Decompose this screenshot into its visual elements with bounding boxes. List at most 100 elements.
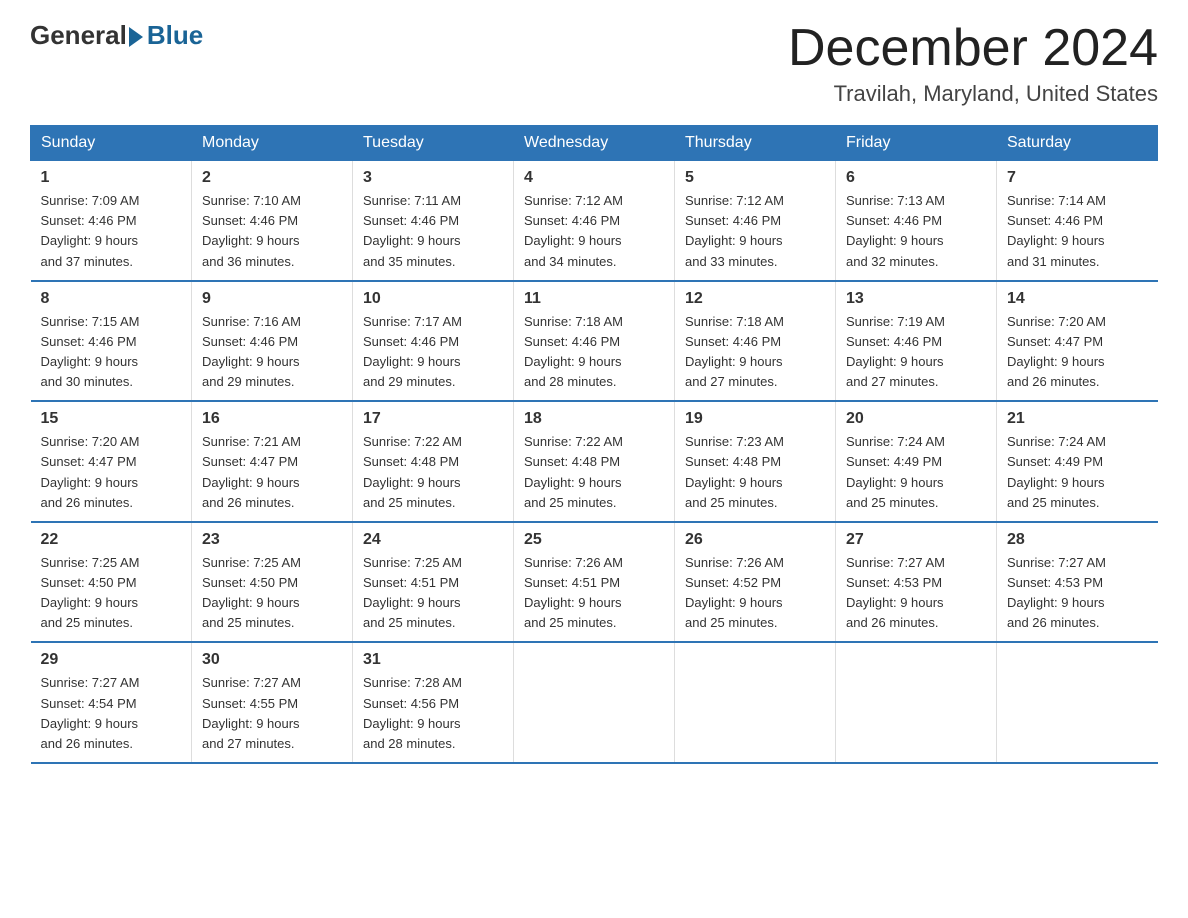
day-number: 1 — [41, 169, 182, 187]
day-info: Sunrise: 7:25 AM Sunset: 4:50 PM Dayligh… — [202, 553, 342, 634]
day-info: Sunrise: 7:14 AM Sunset: 4:46 PM Dayligh… — [1007, 191, 1148, 272]
calendar-cell: 8 Sunrise: 7:15 AM Sunset: 4:46 PM Dayli… — [31, 281, 192, 402]
day-info: Sunrise: 7:12 AM Sunset: 4:46 PM Dayligh… — [524, 191, 664, 272]
calendar-cell — [836, 642, 997, 763]
day-number: 16 — [202, 410, 342, 428]
week-row-2: 8 Sunrise: 7:15 AM Sunset: 4:46 PM Dayli… — [31, 281, 1158, 402]
location-title: Travilah, Maryland, United States — [788, 81, 1158, 107]
header-saturday: Saturday — [997, 126, 1158, 161]
header-wednesday: Wednesday — [514, 126, 675, 161]
day-number: 3 — [363, 169, 503, 187]
day-info: Sunrise: 7:25 AM Sunset: 4:50 PM Dayligh… — [41, 553, 182, 634]
day-info: Sunrise: 7:21 AM Sunset: 4:47 PM Dayligh… — [202, 432, 342, 513]
header-tuesday: Tuesday — [353, 126, 514, 161]
day-number: 17 — [363, 410, 503, 428]
day-number: 27 — [846, 531, 986, 549]
calendar-cell: 24 Sunrise: 7:25 AM Sunset: 4:51 PM Dayl… — [353, 522, 514, 643]
week-row-3: 15 Sunrise: 7:20 AM Sunset: 4:47 PM Dayl… — [31, 401, 1158, 522]
day-number: 11 — [524, 290, 664, 308]
day-number: 20 — [846, 410, 986, 428]
day-number: 15 — [41, 410, 182, 428]
calendar-cell: 6 Sunrise: 7:13 AM Sunset: 4:46 PM Dayli… — [836, 161, 997, 281]
logo: General Blue — [30, 20, 203, 51]
day-number: 19 — [685, 410, 825, 428]
calendar-cell: 28 Sunrise: 7:27 AM Sunset: 4:53 PM Dayl… — [997, 522, 1158, 643]
day-info: Sunrise: 7:27 AM Sunset: 4:53 PM Dayligh… — [846, 553, 986, 634]
day-info: Sunrise: 7:19 AM Sunset: 4:46 PM Dayligh… — [846, 312, 986, 393]
calendar-cell: 14 Sunrise: 7:20 AM Sunset: 4:47 PM Dayl… — [997, 281, 1158, 402]
day-number: 12 — [685, 290, 825, 308]
day-info: Sunrise: 7:16 AM Sunset: 4:46 PM Dayligh… — [202, 312, 342, 393]
day-info: Sunrise: 7:26 AM Sunset: 4:52 PM Dayligh… — [685, 553, 825, 634]
calendar-cell: 30 Sunrise: 7:27 AM Sunset: 4:55 PM Dayl… — [192, 642, 353, 763]
day-number: 30 — [202, 651, 342, 669]
calendar-cell: 29 Sunrise: 7:27 AM Sunset: 4:54 PM Dayl… — [31, 642, 192, 763]
header-sunday: Sunday — [31, 126, 192, 161]
calendar-cell: 11 Sunrise: 7:18 AM Sunset: 4:46 PM Dayl… — [514, 281, 675, 402]
day-number: 2 — [202, 169, 342, 187]
calendar-cell: 10 Sunrise: 7:17 AM Sunset: 4:46 PM Dayl… — [353, 281, 514, 402]
logo-arrow-icon — [129, 27, 143, 47]
day-info: Sunrise: 7:17 AM Sunset: 4:46 PM Dayligh… — [363, 312, 503, 393]
day-info: Sunrise: 7:25 AM Sunset: 4:51 PM Dayligh… — [363, 553, 503, 634]
calendar-cell: 17 Sunrise: 7:22 AM Sunset: 4:48 PM Dayl… — [353, 401, 514, 522]
day-number: 9 — [202, 290, 342, 308]
day-info: Sunrise: 7:10 AM Sunset: 4:46 PM Dayligh… — [202, 191, 342, 272]
day-number: 28 — [1007, 531, 1148, 549]
day-info: Sunrise: 7:11 AM Sunset: 4:46 PM Dayligh… — [363, 191, 503, 272]
calendar-cell: 27 Sunrise: 7:27 AM Sunset: 4:53 PM Dayl… — [836, 522, 997, 643]
title-section: December 2024 Travilah, Maryland, United… — [788, 20, 1158, 107]
day-info: Sunrise: 7:13 AM Sunset: 4:46 PM Dayligh… — [846, 191, 986, 272]
day-info: Sunrise: 7:27 AM Sunset: 4:54 PM Dayligh… — [41, 673, 182, 754]
calendar-table: Sunday Monday Tuesday Wednesday Thursday… — [30, 125, 1158, 764]
calendar-cell: 22 Sunrise: 7:25 AM Sunset: 4:50 PM Dayl… — [31, 522, 192, 643]
day-number: 23 — [202, 531, 342, 549]
logo-general-text: General — [30, 20, 127, 51]
day-number: 13 — [846, 290, 986, 308]
header-thursday: Thursday — [675, 126, 836, 161]
day-info: Sunrise: 7:24 AM Sunset: 4:49 PM Dayligh… — [1007, 432, 1148, 513]
day-info: Sunrise: 7:22 AM Sunset: 4:48 PM Dayligh… — [524, 432, 664, 513]
day-number: 31 — [363, 651, 503, 669]
week-row-4: 22 Sunrise: 7:25 AM Sunset: 4:50 PM Dayl… — [31, 522, 1158, 643]
day-info: Sunrise: 7:12 AM Sunset: 4:46 PM Dayligh… — [685, 191, 825, 272]
calendar-cell: 2 Sunrise: 7:10 AM Sunset: 4:46 PM Dayli… — [192, 161, 353, 281]
calendar-cell: 26 Sunrise: 7:26 AM Sunset: 4:52 PM Dayl… — [675, 522, 836, 643]
day-number: 21 — [1007, 410, 1148, 428]
day-number: 5 — [685, 169, 825, 187]
calendar-cell: 5 Sunrise: 7:12 AM Sunset: 4:46 PM Dayli… — [675, 161, 836, 281]
calendar-cell: 21 Sunrise: 7:24 AM Sunset: 4:49 PM Dayl… — [997, 401, 1158, 522]
calendar-cell — [675, 642, 836, 763]
calendar-cell: 15 Sunrise: 7:20 AM Sunset: 4:47 PM Dayl… — [31, 401, 192, 522]
day-info: Sunrise: 7:09 AM Sunset: 4:46 PM Dayligh… — [41, 191, 182, 272]
day-info: Sunrise: 7:18 AM Sunset: 4:46 PM Dayligh… — [685, 312, 825, 393]
page-header: General Blue December 2024 Travilah, Mar… — [30, 20, 1158, 107]
day-info: Sunrise: 7:28 AM Sunset: 4:56 PM Dayligh… — [363, 673, 503, 754]
day-info: Sunrise: 7:22 AM Sunset: 4:48 PM Dayligh… — [363, 432, 503, 513]
day-info: Sunrise: 7:24 AM Sunset: 4:49 PM Dayligh… — [846, 432, 986, 513]
calendar-header-row: Sunday Monday Tuesday Wednesday Thursday… — [31, 126, 1158, 161]
day-number: 24 — [363, 531, 503, 549]
calendar-cell: 1 Sunrise: 7:09 AM Sunset: 4:46 PM Dayli… — [31, 161, 192, 281]
day-number: 10 — [363, 290, 503, 308]
calendar-cell: 16 Sunrise: 7:21 AM Sunset: 4:47 PM Dayl… — [192, 401, 353, 522]
calendar-cell: 12 Sunrise: 7:18 AM Sunset: 4:46 PM Dayl… — [675, 281, 836, 402]
header-friday: Friday — [836, 126, 997, 161]
day-info: Sunrise: 7:15 AM Sunset: 4:46 PM Dayligh… — [41, 312, 182, 393]
day-info: Sunrise: 7:26 AM Sunset: 4:51 PM Dayligh… — [524, 553, 664, 634]
calendar-cell: 31 Sunrise: 7:28 AM Sunset: 4:56 PM Dayl… — [353, 642, 514, 763]
day-number: 7 — [1007, 169, 1148, 187]
week-row-5: 29 Sunrise: 7:27 AM Sunset: 4:54 PM Dayl… — [31, 642, 1158, 763]
logo-blue-text: Blue — [147, 20, 203, 51]
calendar-cell: 18 Sunrise: 7:22 AM Sunset: 4:48 PM Dayl… — [514, 401, 675, 522]
calendar-cell — [514, 642, 675, 763]
calendar-cell: 20 Sunrise: 7:24 AM Sunset: 4:49 PM Dayl… — [836, 401, 997, 522]
calendar-cell — [997, 642, 1158, 763]
day-number: 22 — [41, 531, 182, 549]
day-number: 6 — [846, 169, 986, 187]
day-number: 8 — [41, 290, 182, 308]
day-info: Sunrise: 7:27 AM Sunset: 4:53 PM Dayligh… — [1007, 553, 1148, 634]
day-number: 25 — [524, 531, 664, 549]
calendar-cell: 4 Sunrise: 7:12 AM Sunset: 4:46 PM Dayli… — [514, 161, 675, 281]
day-info: Sunrise: 7:20 AM Sunset: 4:47 PM Dayligh… — [1007, 312, 1148, 393]
